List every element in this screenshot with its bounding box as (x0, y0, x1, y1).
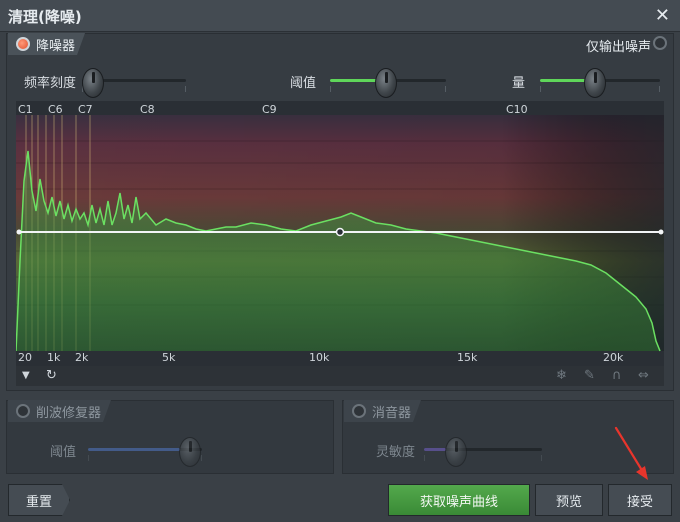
amount-knob[interactable] (584, 68, 606, 98)
preview-button[interactable]: 预览 (535, 484, 603, 516)
freeze-icon[interactable]: ❄ (556, 368, 567, 383)
noise-spectrogram[interactable]: C1 C6 C7 C8 C9 C10 20 1k 2k 5k 10k 15k 2… (16, 101, 664, 366)
freq-label-10k: 10k (309, 351, 330, 364)
declipper-tab[interactable]: 削波修复器 (8, 400, 111, 422)
dropdown-arrow-icon[interactable]: ▼ (22, 370, 30, 381)
freq-label-2k: 2k (75, 351, 89, 364)
amount-fill (540, 79, 586, 82)
freq-resolution-label: 频率刻度 (24, 76, 77, 91)
threshold-line-left-handle[interactable] (16, 229, 22, 235)
freq-label-1k: 1k (47, 351, 61, 364)
pencil-icon[interactable]: ✎ (584, 368, 595, 383)
window-title: 清理(降噪) (8, 8, 82, 26)
amount-label: 量 (512, 76, 526, 91)
reset-button[interactable]: 重置 (8, 484, 70, 516)
accept-button[interactable]: 接受 (608, 484, 672, 516)
denoiser-title: 降噪器 (36, 39, 76, 54)
freq-label-15k: 15k (457, 351, 478, 364)
note-label-c1: C1 (18, 103, 33, 116)
deesser-sensitivity-knob[interactable] (445, 437, 467, 467)
declipper-threshold-fill (88, 448, 180, 451)
declipper-threshold-label: 阈值 (50, 445, 77, 460)
denoiser-tab[interactable]: 降噪器 (8, 33, 85, 55)
freq-label-20k: 20k (603, 351, 624, 364)
annotation-arrow-icon (614, 426, 648, 480)
note-label-c10: C10 (506, 103, 528, 116)
spectrogram-toolbar: ▼ ↻ ❄ ✎ ∩ ⇔ (16, 366, 664, 386)
threshold-label: 阈值 (290, 76, 317, 91)
declipper-threshold-knob[interactable] (179, 437, 201, 467)
close-icon[interactable]: ✕ (655, 5, 670, 26)
output-noise-only-label: 仅输出噪声 (586, 40, 652, 55)
deesser-sensitivity-fill (424, 448, 446, 451)
horizontal-resize-icon[interactable]: ⇔ (638, 368, 649, 383)
threshold-fill (330, 79, 378, 82)
note-label-c7: C7 (78, 103, 93, 116)
output-noise-only-toggle[interactable] (653, 36, 667, 50)
magnet-icon[interactable]: ∩ (612, 368, 622, 383)
deesser-title: 消音器 (372, 406, 412, 421)
note-label-c6: C6 (48, 103, 63, 116)
declipper-enable-led[interactable] (16, 404, 30, 418)
freq-label-5k: 5k (162, 351, 176, 364)
deesser-tab[interactable]: 消音器 (344, 400, 421, 422)
deesser-enable-led[interactable] (352, 404, 366, 418)
note-label-c8: C8 (140, 103, 155, 116)
spectrogram-graphic (16, 115, 664, 352)
freq-resolution-knob[interactable] (82, 68, 104, 98)
threshold-line-center-handle[interactable] (335, 227, 345, 237)
note-label-c9: C9 (262, 103, 277, 116)
freq-label-20: 20 (18, 351, 32, 364)
capture-noise-profile-button[interactable]: 获取噪声曲线 (388, 484, 530, 516)
title-bar: 清理(降噪) ✕ (0, 0, 680, 32)
threshold-knob[interactable] (375, 68, 397, 98)
deesser-sensitivity-label: 灵敏度 (376, 445, 416, 460)
declipper-title: 削波修复器 (36, 406, 102, 421)
undo-icon[interactable]: ↻ (46, 368, 57, 383)
denoiser-enable-led[interactable] (16, 37, 30, 51)
deesser-sensitivity-scale (424, 455, 542, 461)
threshold-line-right-handle[interactable] (658, 229, 664, 235)
